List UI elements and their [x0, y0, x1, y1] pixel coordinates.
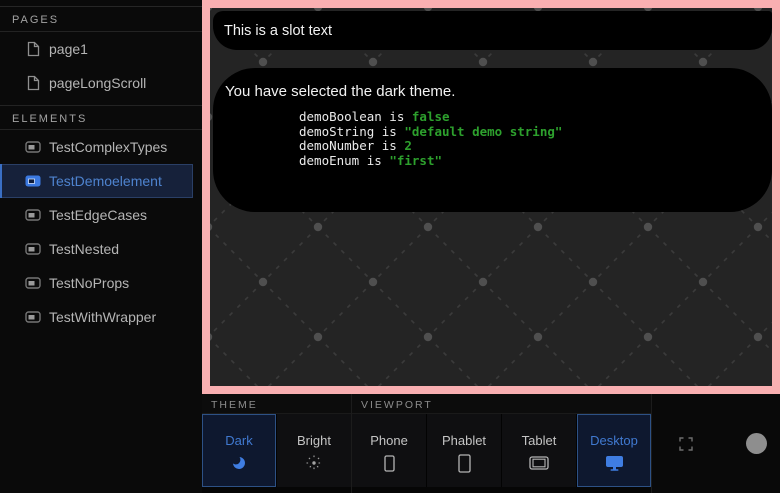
viewport-buttons: Phone Phablet Tablet: [352, 414, 651, 487]
code-line: demoBoolean is false: [299, 110, 772, 125]
element-icon: [25, 311, 41, 323]
sidebar-item-testnested[interactable]: TestNested: [0, 232, 193, 266]
elements-section-header: ELEMENTS: [0, 105, 202, 130]
code-line: demoNumber is 2: [299, 139, 772, 154]
element-icon: [25, 277, 41, 289]
elements-section-label: ELEMENTS: [12, 113, 87, 125]
viewport-tablet-button[interactable]: Tablet: [502, 414, 576, 487]
element-icon: [25, 209, 41, 221]
sidebar-item-label: TestDemoelement: [49, 173, 162, 189]
viewport-desktop-label: Desktop: [590, 433, 638, 448]
sidebar-item-label: TestWithWrapper: [49, 309, 156, 325]
code-line: demoString is "default demo string": [299, 125, 772, 140]
code-value: "default demo string": [404, 124, 562, 139]
desktop-icon: [605, 453, 624, 473]
code-value: false: [412, 109, 450, 124]
sidebar-item-page1[interactable]: page1: [0, 32, 193, 66]
viewport-group: VIEWPORT Phone Phablet Tablet: [352, 394, 652, 493]
sidebar-item-testdemoelement[interactable]: TestDemoelement: [0, 164, 193, 198]
slot-text: This is a slot text: [224, 23, 332, 39]
sidebar-item-label: TestEdgeCases: [49, 207, 147, 223]
sidebar-top-divider: [0, 0, 202, 7]
sidebar-item-testnoprops[interactable]: TestNoProps: [0, 266, 193, 300]
preview-canvas: This is a slot text You have selected th…: [210, 8, 772, 386]
sidebar-item-label: TestComplexTypes: [49, 139, 167, 155]
fullscreen-button[interactable]: [672, 430, 700, 458]
sidebar-item-label: TestNoProps: [49, 275, 129, 291]
sidebar-item-testwithwrapper[interactable]: TestWithWrapper: [0, 300, 193, 334]
viewport-desktop-button[interactable]: Desktop: [577, 414, 651, 487]
viewport-phone-button[interactable]: Phone: [352, 414, 426, 487]
element-icon: [25, 141, 41, 153]
code-value: "first": [389, 153, 442, 168]
page-icon: [25, 75, 41, 91]
phablet-icon: [458, 453, 471, 473]
theme-group: THEME Dark Bright: [202, 394, 352, 493]
sidebar-item-label: pageLongScroll: [49, 75, 146, 91]
sidebar-item-testcomplextypes[interactable]: TestComplexTypes: [0, 130, 193, 164]
sidebar-item-label: TestNested: [49, 241, 119, 257]
slot-text-box: This is a slot text: [213, 11, 772, 50]
toolbar: THEME Dark Bright: [202, 394, 780, 493]
viewport-phablet-button[interactable]: Phablet: [427, 414, 501, 487]
sidebar-item-testedgecases[interactable]: TestEdgeCases: [0, 198, 193, 232]
viewport-phablet-label: Phablet: [442, 433, 486, 448]
moon-icon: [231, 453, 247, 473]
preview-frame: This is a slot text You have selected th…: [202, 0, 780, 394]
phone-icon: [384, 453, 395, 473]
pages-section-label: PAGES: [12, 14, 59, 26]
element-icon: [25, 243, 41, 255]
toolbar-right-area: [652, 394, 780, 493]
viewport-phone-label: Phone: [370, 433, 408, 448]
viewport-group-header: VIEWPORT: [352, 394, 651, 414]
theme-dark-button[interactable]: Dark: [202, 414, 276, 487]
element-icon: [25, 175, 41, 187]
page-icon: [25, 41, 41, 57]
theme-bright-button[interactable]: Bright: [277, 414, 351, 487]
pages-section-header: PAGES: [0, 7, 202, 32]
theme-dark-label: Dark: [225, 433, 252, 448]
code-value: 2: [404, 138, 412, 153]
fullscreen-icon: [679, 437, 693, 451]
demo-element-box: You have selected the dark theme. demoBo…: [213, 68, 772, 212]
demo-heading: You have selected the dark theme.: [225, 83, 772, 100]
code-line: demoEnum is "first": [299, 154, 772, 169]
app-root: PAGES page1 pageLongScroll ELEMENTS Test…: [0, 0, 780, 493]
sidebar-item-label: page1: [49, 41, 88, 57]
theme-buttons: Dark Bright: [202, 414, 351, 487]
demo-code-block: demoBoolean is false demoString is "defa…: [299, 110, 772, 168]
sun-icon: [305, 453, 323, 473]
record-dot-button[interactable]: [746, 433, 767, 454]
viewport-tablet-label: Tablet: [522, 433, 557, 448]
tablet-icon: [529, 453, 549, 473]
theme-group-header: THEME: [202, 394, 351, 414]
sidebar-item-pagelongscroll[interactable]: pageLongScroll: [0, 66, 193, 100]
theme-bright-label: Bright: [297, 433, 331, 448]
sidebar: PAGES page1 pageLongScroll ELEMENTS Test…: [0, 0, 202, 493]
